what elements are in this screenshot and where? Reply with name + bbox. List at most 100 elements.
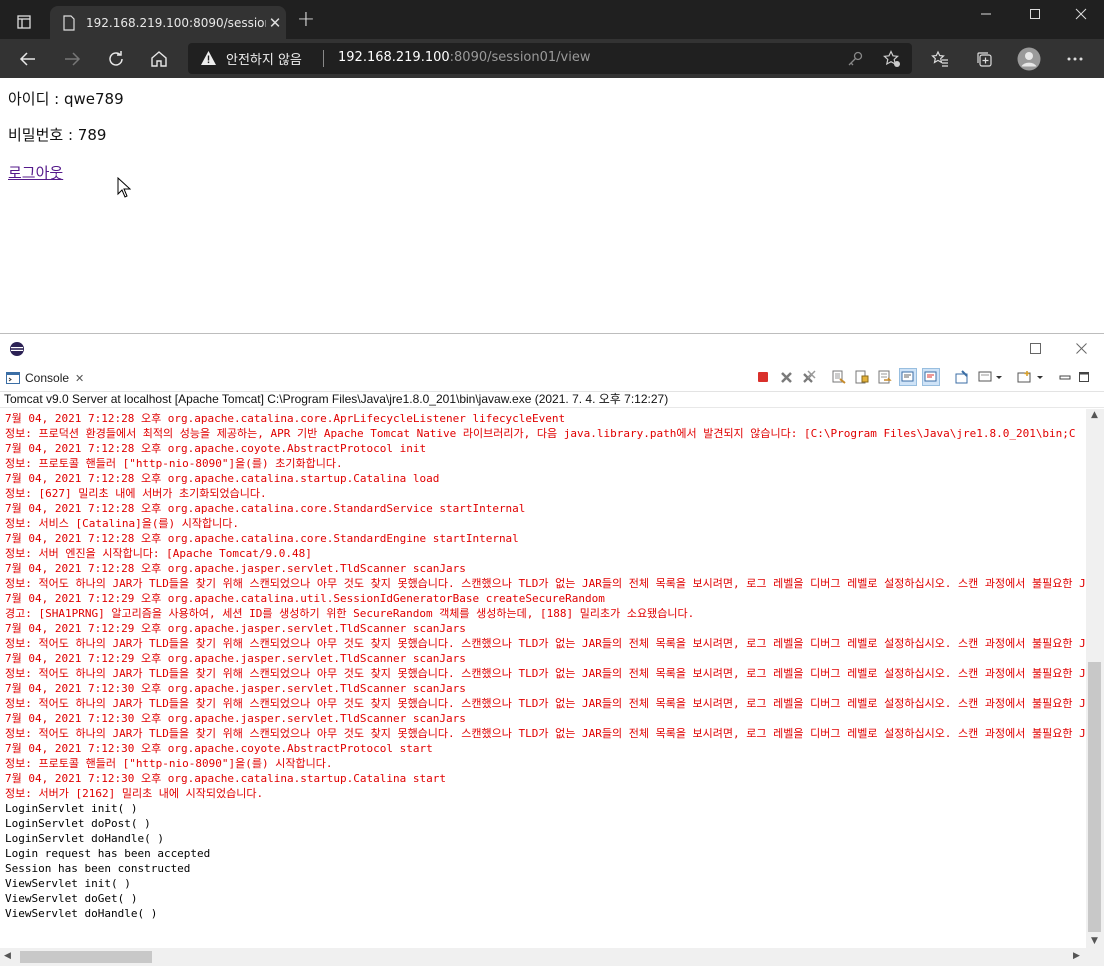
back-button[interactable] bbox=[13, 44, 43, 74]
security-label[interactable]: 안전하지 않음 bbox=[226, 49, 302, 68]
display-console-icon bbox=[978, 371, 1002, 382]
terminate-icon bbox=[758, 372, 768, 382]
open-console-icon bbox=[1017, 371, 1043, 383]
maximize-button[interactable] bbox=[1012, 0, 1058, 28]
user-id-text: 아이디 : qwe789 bbox=[8, 90, 124, 108]
console-line: LoginServlet doHandle( ) bbox=[5, 832, 164, 845]
console-line: 정보: 적어도 하나의 JAR가 TLD들을 찾기 위해 스캔되었으나 아무 것… bbox=[5, 697, 1086, 710]
console-line: 정보: 적어도 하나의 JAR가 TLD들을 찾기 위해 스캔되었으나 아무 것… bbox=[5, 577, 1086, 590]
console-line: 정보: [627] 밀리초 내에 서버가 초기화되었습니다. bbox=[5, 487, 267, 500]
horizontal-scrollbar[interactable]: ◀ ▶ bbox=[0, 948, 1086, 966]
mouse-cursor-icon bbox=[117, 177, 131, 198]
refresh-button[interactable] bbox=[101, 44, 131, 74]
scroll-down-icon[interactable]: ▼ bbox=[1091, 936, 1098, 946]
console-line: 정보: 서버 엔진을 시작합니다: [Apache Tomcat/9.0.48] bbox=[5, 547, 312, 560]
remove-all-terminated-button[interactable] bbox=[799, 368, 817, 386]
eclipse-logo-icon bbox=[10, 342, 24, 356]
user-password-text: 비밀번호 : 789 bbox=[8, 126, 107, 144]
console-line: 7월 04, 2021 7:12:28 오후 org.apache.catali… bbox=[5, 412, 566, 425]
console-line: Login request has been accepted bbox=[5, 847, 211, 860]
warning-icon[interactable] bbox=[200, 50, 217, 66]
console-line: 경고: [SHA1PRNG] 알고리즘을 사용하여, 세션 ID를 생성하기 위… bbox=[5, 607, 695, 620]
process-description: Tomcat v9.0 Server at localhost [Apache … bbox=[0, 392, 1104, 408]
minimize-icon bbox=[1059, 375, 1071, 380]
console-view-tabbar: Console ✕ bbox=[0, 362, 1104, 392]
home-button[interactable] bbox=[144, 44, 174, 74]
horizontal-scroll-thumb[interactable] bbox=[20, 951, 152, 963]
console-output[interactable]: 7월 04, 2021 7:12:28 오후 org.apache.catali… bbox=[0, 409, 1086, 949]
view-maximize-button[interactable] bbox=[1075, 368, 1093, 386]
console-line: 정보: 프로토콜 핸들러 ["http-nio-8090"]을(를) 초기화합니… bbox=[5, 457, 343, 470]
console-line: 7월 04, 2021 7:12:28 오후 org.apache.catali… bbox=[5, 532, 519, 545]
scroll-left-icon[interactable]: ◀ bbox=[4, 951, 11, 961]
console-line: 7월 04, 2021 7:12:30 오후 org.apache.catali… bbox=[5, 772, 446, 785]
add-favorite-icon[interactable] bbox=[882, 49, 902, 69]
clear-console-button[interactable] bbox=[830, 368, 848, 386]
display-selected-console-button[interactable] bbox=[976, 368, 1006, 386]
minimize-icon bbox=[981, 13, 991, 15]
console-line: 정보: 프로덕션 환경들에서 최적의 성능을 제공하는, APR 기반 Apac… bbox=[5, 427, 1076, 440]
console-line: 7월 04, 2021 7:12:29 오후 org.apache.jasper… bbox=[5, 652, 466, 665]
avatar-icon bbox=[1017, 47, 1041, 71]
show-on-stderr-button[interactable] bbox=[922, 368, 940, 386]
console-line: 정보: 서비스 [Catalina]을(를) 시작합니다. bbox=[5, 517, 240, 530]
scroll-up-icon[interactable]: ▲ bbox=[1091, 410, 1098, 420]
collections-button[interactable] bbox=[969, 44, 999, 74]
collections-icon bbox=[977, 52, 992, 67]
console-tab[interactable]: Console ✕ bbox=[2, 366, 84, 390]
remove-launch-button[interactable] bbox=[777, 368, 795, 386]
vertical-scrollbar[interactable]: ▲ ▼ bbox=[1086, 409, 1104, 949]
maximize-icon bbox=[1079, 372, 1089, 382]
url-host: 192.168.219.100 bbox=[338, 50, 450, 65]
show-on-stdout-button[interactable] bbox=[899, 368, 917, 386]
word-wrap-icon bbox=[878, 370, 892, 384]
tab-close-icon[interactable]: ✕ bbox=[266, 14, 284, 32]
tab-title: 192.168.219.100:8090/session01/vi bbox=[86, 15, 266, 30]
eclipse-maximize-button[interactable] bbox=[1012, 336, 1058, 360]
console-line: 정보: 적어도 하나의 JAR가 TLD들을 찾기 위해 스캔되었으나 아무 것… bbox=[5, 727, 1086, 740]
remove-icon bbox=[780, 371, 792, 383]
forward-button[interactable] bbox=[57, 44, 87, 74]
address-bar[interactable]: 안전하지 않음 192.168.219.100:8090/session01/v… bbox=[188, 43, 912, 74]
console-icon bbox=[6, 372, 20, 384]
scroll-lock-button[interactable] bbox=[853, 368, 871, 386]
scrollbar-corner bbox=[1086, 948, 1104, 966]
word-wrap-button[interactable] bbox=[876, 368, 894, 386]
console-tab-close-icon[interactable]: ✕ bbox=[75, 372, 84, 385]
browser-toolbar: 안전하지 않음 192.168.219.100:8090/session01/v… bbox=[0, 39, 1104, 78]
pin-console-button[interactable] bbox=[953, 368, 971, 386]
new-tab-button[interactable]: + bbox=[293, 8, 319, 34]
profile-button[interactable] bbox=[1014, 44, 1044, 74]
close-icon bbox=[1075, 8, 1087, 20]
maximize-icon bbox=[1029, 342, 1041, 354]
browser-tab[interactable]: 192.168.219.100:8090/session01/vi ✕ bbox=[50, 6, 286, 39]
console-line: 정보: 프로토콜 핸들러 ["http-nio-8090"]을(를) 시작합니다… bbox=[5, 757, 333, 770]
tab-actions-button[interactable] bbox=[9, 8, 39, 36]
close-window-button[interactable] bbox=[1058, 0, 1104, 28]
show-stderr-icon bbox=[924, 371, 937, 382]
eclipse-close-button[interactable] bbox=[1058, 336, 1104, 360]
vertical-scroll-thumb[interactable] bbox=[1088, 662, 1101, 932]
eclipse-titlebar bbox=[0, 334, 1104, 362]
console-line: 정보: 서버가 [2162] 밀리초 내에 시작되었습니다. bbox=[5, 787, 264, 800]
console-line: LoginServlet doPost( ) bbox=[5, 817, 151, 830]
console-line: 7월 04, 2021 7:12:30 오후 org.apache.jasper… bbox=[5, 682, 466, 695]
tab-actions-icon bbox=[17, 15, 31, 29]
url-text[interactable]: 192.168.219.100:8090/session01/view bbox=[338, 50, 590, 65]
console-line: 7월 04, 2021 7:12:29 오후 org.apache.jasper… bbox=[5, 622, 466, 635]
minimize-button[interactable] bbox=[963, 0, 1009, 28]
terminate-button[interactable] bbox=[754, 368, 772, 386]
view-minimize-button[interactable] bbox=[1056, 368, 1074, 386]
key-icon[interactable] bbox=[845, 49, 865, 69]
more-menu-button[interactable] bbox=[1060, 44, 1090, 74]
clear-console-icon bbox=[832, 370, 846, 384]
show-stdout-icon bbox=[901, 371, 914, 382]
tab-strip: 192.168.219.100:8090/session01/vi ✕ + bbox=[0, 0, 1104, 39]
favorites-button[interactable] bbox=[925, 44, 955, 74]
browser-window: 192.168.219.100:8090/session01/vi ✕ + 안전 bbox=[0, 0, 1104, 333]
page-content: 아이디 : qwe789 비밀번호 : 789 로그아웃 bbox=[0, 78, 1104, 333]
console-line: 7월 04, 2021 7:12:29 오후 org.apache.catali… bbox=[5, 592, 605, 605]
logout-link[interactable]: 로그아웃 bbox=[8, 162, 63, 183]
open-console-button[interactable] bbox=[1015, 368, 1047, 386]
scroll-right-icon[interactable]: ▶ bbox=[1073, 951, 1080, 961]
